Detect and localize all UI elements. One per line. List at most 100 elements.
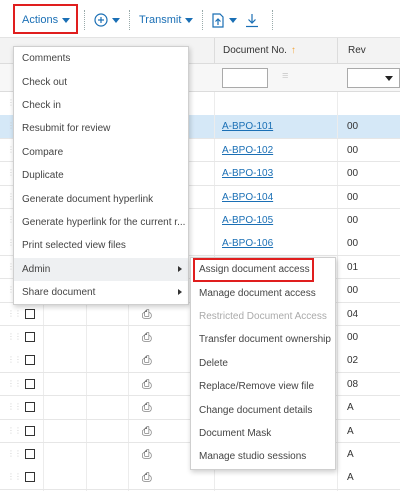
filter-icon[interactable]: ≡ (282, 70, 288, 82)
rev-cell: A (347, 425, 354, 437)
add-button[interactable] (94, 10, 120, 30)
menu-item-label: Generate hyperlink for the current r... (22, 216, 186, 228)
submenu-item-label: Document Mask (199, 427, 272, 439)
drag-handle-icon[interactable]: ⋮⋮ (7, 332, 22, 341)
doc-no-link[interactable]: A-BPO-103 (222, 168, 273, 179)
cell-divider (337, 443, 338, 466)
drag-handle-icon[interactable]: ⋮⋮ (7, 426, 22, 435)
toolbar-divider (84, 10, 85, 30)
table-row[interactable]: ⋮⋮ ⎙ A (0, 466, 400, 490)
row-checkbox[interactable] (25, 355, 35, 366)
submenu-item[interactable]: Manage document access (191, 281, 335, 304)
doc-no-link[interactable]: A-BPO-106 (222, 238, 273, 249)
rev-cell: 02 (347, 355, 359, 367)
menu-item[interactable]: Generate hyperlink for the current r... (14, 211, 188, 234)
cell-divider (337, 349, 338, 372)
menu-item[interactable]: Share document (14, 281, 188, 304)
rev-header[interactable]: Rev (337, 38, 400, 64)
drag-handle-icon[interactable]: ⋮⋮ (7, 472, 22, 481)
file-pdf-icon[interactable]: ⎙ (142, 400, 152, 415)
submenu-item[interactable]: Delete (191, 352, 335, 375)
drag-handle-icon[interactable]: ⋮⋮ (7, 309, 22, 318)
row-checkbox[interactable] (25, 425, 35, 436)
file-pdf-icon[interactable]: ⎙ (142, 377, 152, 392)
submenu-item[interactable]: Replace/Remove view file (191, 375, 335, 398)
menu-item[interactable]: Comments (14, 47, 188, 70)
rev-cell: 00 (347, 168, 359, 180)
toolbar: Actions Transmit (0, 0, 400, 38)
menu-item-label: Comments (22, 53, 71, 65)
file-pdf-icon[interactable]: ⎙ (142, 353, 152, 368)
drag-handle-icon[interactable]: ⋮⋮ (7, 402, 22, 411)
submenu-arrow-icon (178, 288, 182, 295)
submenu-item[interactable]: Document Mask (191, 422, 335, 445)
cell-divider (128, 302, 129, 326)
cell-divider (128, 396, 129, 419)
menu-item[interactable]: Print selected view files (14, 234, 188, 257)
submenu-item[interactable]: Manage studio sessions (191, 445, 335, 468)
drag-handle-icon[interactable]: ⋮⋮ (7, 379, 22, 388)
doc-no-link[interactable]: A-BPO-101 (222, 121, 273, 132)
menu-item[interactable]: Generate document hyperlink (14, 187, 188, 210)
doc-no-link[interactable]: A-BPO-104 (222, 192, 273, 203)
cell-divider (128, 349, 129, 372)
actions-highlight-box (13, 4, 78, 34)
cell-divider (86, 302, 87, 326)
cell-divider (86, 372, 87, 396)
cell-divider (86, 466, 87, 489)
cell-divider (214, 232, 215, 255)
transmit-button[interactable]: Transmit (139, 10, 194, 30)
row-checkbox[interactable] (25, 402, 35, 413)
actions-menu: Comments Check out Check in Resubmit for re… (13, 46, 189, 306)
download-button[interactable] (245, 10, 259, 30)
sort-up-icon[interactable]: ↑ (291, 45, 296, 56)
drag-handle-icon[interactable]: ⋮⋮ (7, 449, 22, 458)
doc-no-filter-input[interactable] (222, 68, 268, 88)
menu-item[interactable]: Duplicate (14, 164, 188, 187)
drag-handle-icon[interactable]: ⋮⋮ (7, 355, 22, 364)
toolbar-divider (202, 10, 203, 30)
row-checkbox[interactable] (25, 332, 35, 342)
doc-no-link[interactable]: A-BPO-105 (222, 215, 273, 226)
file-pdf-icon[interactable]: ⎙ (142, 307, 152, 322)
cell-divider (214, 115, 215, 138)
cell-divider (43, 372, 44, 396)
download-icon (246, 13, 258, 27)
cell-divider (43, 443, 44, 466)
doc-no-link[interactable]: A-BPO-102 (222, 145, 273, 156)
file-pdf-icon[interactable]: ⎙ (142, 470, 152, 485)
menu-item[interactable]: Admin (14, 257, 188, 281)
cell-divider (128, 443, 129, 466)
submenu-item[interactable]: Transfer document ownership (191, 328, 335, 351)
row-checkbox[interactable] (25, 472, 35, 483)
rev-cell: A (347, 472, 354, 484)
submenu-arrow-icon (178, 265, 182, 272)
cell-divider (337, 232, 338, 255)
cell-divider (86, 443, 87, 466)
chevron-down-icon (112, 17, 120, 23)
row-checkbox[interactable] (25, 308, 35, 319)
rev-cell: 08 (347, 378, 359, 390)
menu-item-label: Check out (22, 76, 68, 88)
submenu-item-label: Delete (199, 357, 228, 369)
rev-filter-select[interactable] (347, 68, 400, 88)
submenu-item[interactable]: Change document details (191, 398, 335, 421)
submenu-item: Restricted Document Access (191, 305, 335, 328)
rev-cell: A (347, 449, 354, 460)
menu-item[interactable]: Check out (14, 70, 188, 93)
cell-divider (337, 302, 338, 326)
header-column (185, 38, 214, 64)
doc-no-header[interactable]: Document No. ↑ (214, 38, 336, 64)
menu-item[interactable]: Check in (14, 94, 188, 117)
menu-item[interactable]: Compare (14, 141, 188, 164)
menu-item-label: Compare (22, 146, 64, 158)
file-pdf-icon[interactable]: ⎙ (142, 447, 152, 462)
cell-divider (337, 138, 338, 162)
row-checkbox[interactable] (25, 378, 35, 389)
file-pdf-icon[interactable]: ⎙ (142, 424, 152, 439)
cell-divider (337, 255, 338, 279)
upload-button[interactable] (211, 10, 237, 30)
file-pdf-icon[interactable]: ⎙ (142, 330, 152, 345)
row-checkbox[interactable] (25, 449, 35, 459)
menu-item[interactable]: Resubmit for review (14, 117, 188, 140)
